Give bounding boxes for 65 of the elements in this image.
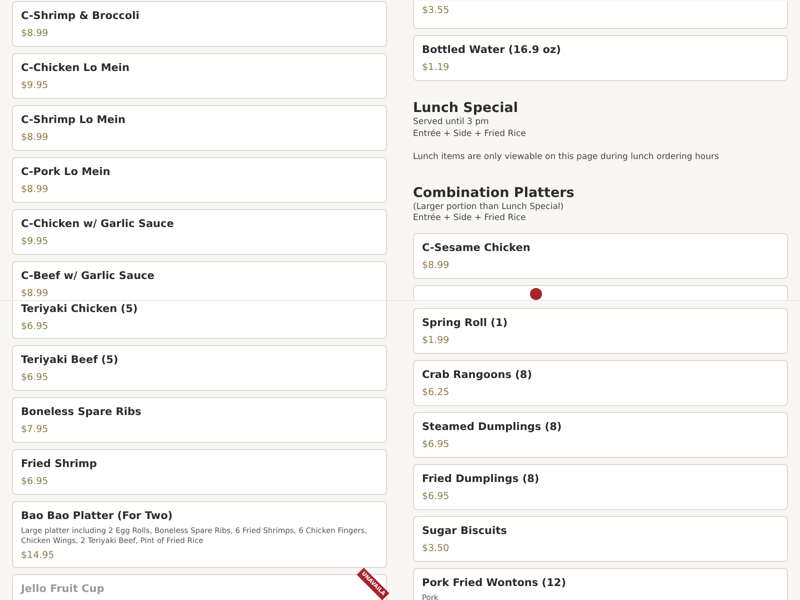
menu-item-card[interactable]: C-Chicken Lo Mein $9.95: [12, 53, 387, 99]
item-name: C-Pork Lo Mein: [21, 165, 110, 180]
item-name: C-Sesame Chicken: [422, 240, 530, 256]
item-name: Crab Rangoons (8): [422, 368, 532, 383]
item-price: $8.99: [21, 287, 50, 300]
item-price: $9.95: [21, 235, 50, 249]
item-name: Jello Fruit Cup: [21, 582, 104, 597]
item-price: $8.99: [422, 258, 450, 272]
item-price: $8.99: [21, 131, 50, 145]
section-subtitle: (Larger portion than Lunch Special): [413, 202, 565, 213]
menu-item-card[interactable]: C-Pork Lo Mein $8.99: [12, 157, 387, 203]
menu-item-card[interactable]: C-Shrimp & Broccoli $8.99: [12, 1, 387, 47]
menu-item-card[interactable]: Steamed Dumplings (8) $6.95: [413, 412, 788, 458]
item-price: $6.25: [422, 386, 450, 400]
menu-item-card[interactable]: C-Sesame Chicken $8.99: [413, 232, 788, 278]
section-subtitle: Entrée + Side + Fried Rice: [413, 213, 527, 224]
menu-item-card[interactable]: Fried Dumplings (8) $6.95: [413, 464, 788, 510]
item-name: C-Shrimp Lo Mein: [21, 113, 126, 128]
item-price: $8.99: [21, 183, 50, 197]
item-name: Spring Roll (1): [422, 316, 508, 331]
item-name: C-Chicken w/ Garlic Sauce: [21, 217, 174, 232]
item-name: C-Shrimp & Broccoli: [21, 9, 140, 24]
menu-item-card[interactable]: Spring Roll (1) $1.99: [413, 308, 788, 354]
item-price: $6.95: [21, 371, 50, 385]
item-price: $1.99: [422, 334, 450, 348]
menu-item-card[interactable]: C-Beef w/ Garlic Sauce $8.99: [12, 261, 387, 300]
item-name: Fried Shrimp: [21, 457, 97, 472]
item-price: $6.95: [422, 438, 450, 452]
menu-item-card[interactable]: Boneless Spare Ribs $7.95: [12, 397, 387, 443]
dot-icon: [530, 288, 542, 300]
menu-item-card[interactable]: Fried Shrimp $6.95: [12, 449, 387, 495]
section-heading: Combination Platters: [413, 184, 576, 202]
item-price: $8.99: [21, 27, 50, 41]
menu-item-card[interactable]: Teriyaki Chicken (5) $6.95: [12, 301, 387, 339]
item-price: $9.95: [21, 79, 50, 93]
menu-item-card[interactable]: $3.55: [413, 1, 788, 29]
item-name: Fried Dumplings (8): [422, 472, 540, 487]
item-name: C-Beef w/ Garlic Sauce: [21, 269, 154, 284]
item-price: $3.55: [422, 4, 450, 18]
item-name: C-Chicken Lo Mein: [21, 61, 130, 76]
section-subtitle: Entrée + Side + Fried Rice: [413, 128, 527, 140]
item-name: Bao Bao Platter (For Two): [21, 509, 173, 524]
item-price: $6.95: [21, 320, 50, 334]
section-note: Lunch items are only viewable on this page during lunch ordering hours: [413, 152, 720, 164]
menu-item-card[interactable]: Sugar Biscuits $3.50: [413, 516, 788, 562]
menu-item-card[interactable]: Teriyaki Beef (5) $6.95: [12, 345, 387, 391]
item-name: Steamed Dumplings (8): [422, 420, 562, 435]
section-subtitle: Served until 3 pm: [413, 117, 490, 128]
item-name: Pork Fried Wontons (12): [422, 576, 566, 591]
item-price: $14.95: [21, 549, 56, 563]
item-name: Bottled Water (16.9 oz): [422, 43, 561, 58]
item-name: Teriyaki Beef (5): [21, 353, 118, 368]
section-heading: Lunch Special: [413, 99, 520, 117]
item-price: $1.19: [422, 61, 450, 75]
item-price: $6.95: [422, 490, 450, 504]
menu-item-card[interactable]: Bottled Water (16.9 oz) $1.19: [413, 35, 788, 81]
item-name: Teriyaki Chicken (5): [21, 302, 138, 317]
menu-item-card[interactable]: Crab Rangoons (8) $6.25: [413, 360, 788, 406]
menu-item-card[interactable]: C-Shrimp Lo Mein $8.99: [12, 105, 387, 151]
item-price: $3.50: [422, 542, 450, 556]
item-name: Sugar Biscuits: [422, 524, 507, 539]
item-price: $6.95: [21, 475, 50, 489]
menu-item-card[interactable]: C-Chicken w/ Garlic Sauce $9.95: [12, 209, 387, 255]
item-price: $7.95: [21, 423, 50, 437]
item-name: Boneless Spare Ribs: [21, 405, 142, 420]
